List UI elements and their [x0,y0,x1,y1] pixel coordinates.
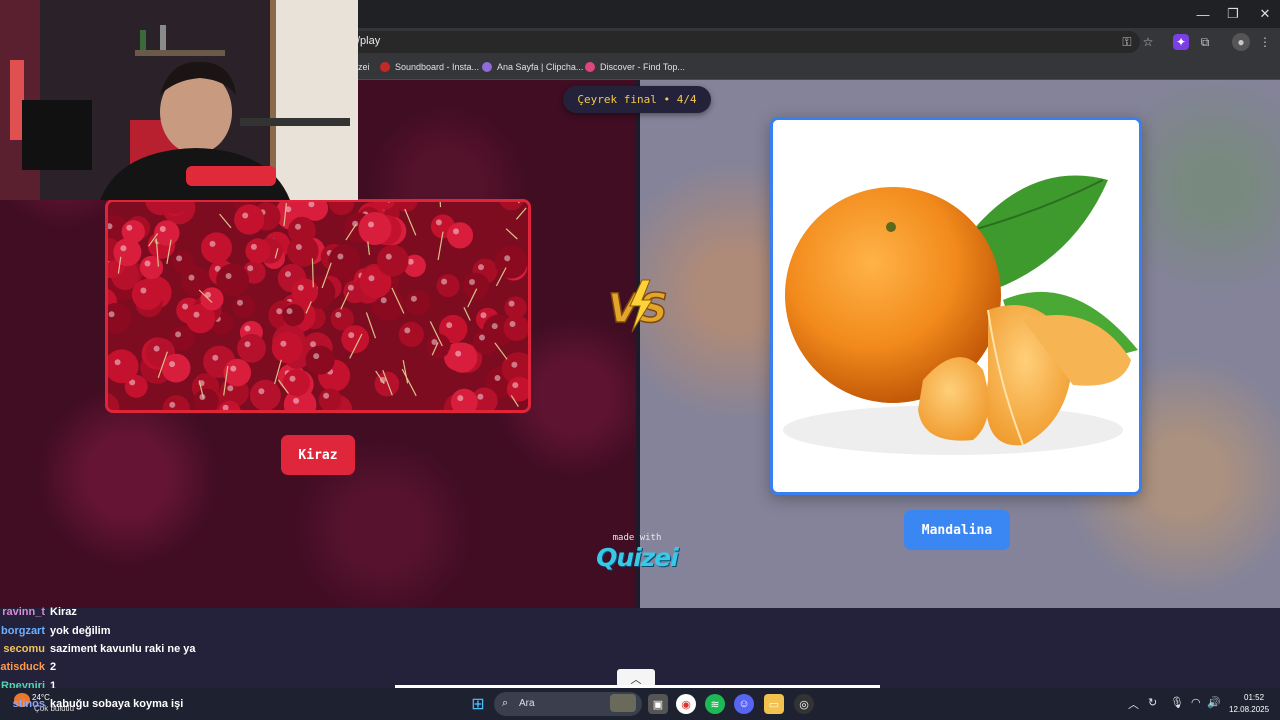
chat-text: yok değilim [50,625,111,637]
search-icon: ⌕ [502,697,509,709]
chat-message: ravinn_t Kiraz [0,603,77,621]
url-text[interactable]: /play [357,35,380,47]
made-with-text: made with [612,533,662,543]
wifi-icon[interactable]: ◠ [1191,696,1201,709]
bookmark-star-icon[interactable]: ☆ [1139,33,1157,51]
streamer-webcam-image [0,0,358,200]
search-highlight-icon[interactable] [610,694,636,712]
chat-message: atisduck 2 [0,658,56,676]
sync-icon[interactable]: ↻ [1148,696,1157,709]
clipcha-icon [482,62,492,72]
discord-icon[interactable]: ☺ [734,694,754,714]
profile-avatar-icon[interactable]: ● [1232,33,1250,51]
chat-username: borgzart [1,625,45,637]
windows-start-icon[interactable]: ⊞ [468,694,488,714]
chat-text: 2 [50,661,57,673]
chat-text: Kiraz [50,606,77,618]
chat-message: stinos kabuğu sobaya koyma işi [0,695,184,713]
chat-message: secomu saziment kavunlu raki ne ya [0,640,196,658]
mandarin-image [773,120,1139,492]
obs-icon[interactable]: ◎ [794,694,814,714]
clock-time[interactable]: 01:52 [1244,693,1264,702]
option-right-image[interactable] [770,117,1142,495]
volume-icon[interactable]: 🔊 [1207,696,1221,709]
bookmark-item[interactable]: Discover - Find Top... [585,60,685,74]
brand-logo: Quizei [596,543,679,572]
option-left-image[interactable] [105,199,531,413]
bookmark-item[interactable]: zei [358,60,370,74]
maximize-icon[interactable]: ❐ [1216,0,1250,28]
bookmark-item[interactable]: Soundboard - Insta... [380,60,479,74]
bookmark-item[interactable]: Ana Sayfa | Clipcha... [482,60,583,74]
key-icon[interactable]: ⚿ [1118,33,1136,51]
chat-username: secomu [3,643,45,655]
vs-icon: VS [604,278,670,334]
option-right-button[interactable]: Mandalina [904,510,1010,550]
round-indicator: Çeyrek final • 4/4 [563,86,711,113]
chat-text: saziment kavunlu raki ne ya [50,643,196,655]
discover-icon [585,62,595,72]
clock-date[interactable]: 12.08.2025 [1229,705,1269,714]
soundboard-icon [380,62,390,72]
chevron-up-tray-icon[interactable]: ︿ [1128,696,1139,712]
microphone-icon[interactable]: 🎙 [1170,696,1184,709]
chat-username: stinos [12,698,45,710]
chrome-icon[interactable]: ◉ [676,694,696,714]
webcam-overlay [0,0,358,200]
minimize-icon[interactable]: — [1186,0,1220,28]
close-icon[interactable]: ✕ [1248,0,1280,28]
cherries-image [108,202,528,410]
taskbar-search-placeholder[interactable]: Ara [519,698,535,709]
chat-message: borgzart yok değilim [0,622,111,640]
option-left-button[interactable]: Kiraz [281,435,355,475]
center-divider [636,80,640,608]
chat-text: kabuğu sobaya koyma işi [50,698,184,710]
menu-dots-icon[interactable]: ⋮ [1256,33,1274,51]
chat-username: atisduck [0,661,45,673]
extensions-puzzle-icon[interactable]: ⧉ [1196,33,1214,51]
spotify-icon[interactable]: ≋ [705,694,725,714]
extension-icon[interactable]: ✦ [1173,34,1189,50]
task-view-icon[interactable]: ▣ [648,694,668,714]
chat-username: ravinn_t [2,606,45,618]
url-field[interactable] [350,31,1140,53]
file-explorer-icon[interactable]: ▭ [764,694,784,714]
